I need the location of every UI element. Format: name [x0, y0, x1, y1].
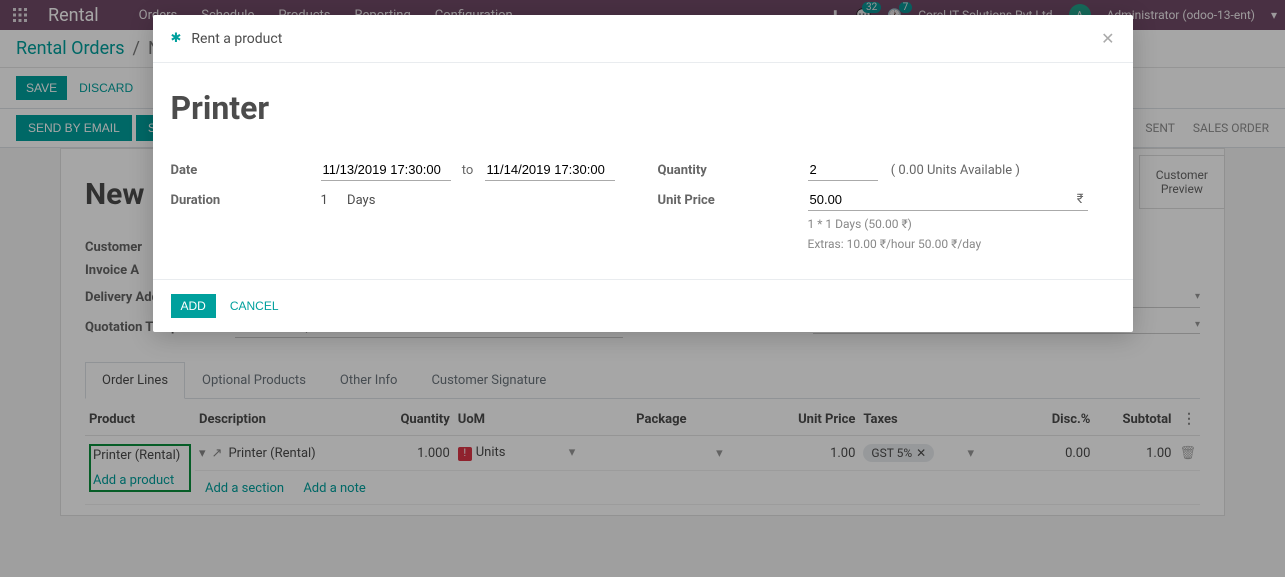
date-to-input[interactable]: [485, 159, 615, 181]
modal-footer: Add Cancel: [153, 279, 1133, 332]
rent-product-modal: ✱ Rent a product ✕ Printer Date to Durat…: [153, 15, 1133, 332]
price-note-2: Extras: 10.00 ₹/hour 50.00 ₹/day: [808, 237, 1115, 251]
close-icon[interactable]: ✕: [1101, 29, 1114, 48]
duration-unit: Days: [347, 193, 375, 208]
unit-price-input[interactable]: [808, 189, 1073, 210]
label-date: Date: [171, 159, 321, 178]
date-from-input[interactable]: [321, 159, 451, 181]
add-button[interactable]: Add: [171, 294, 216, 318]
date-to-separator: to: [462, 163, 474, 178]
quantity-input[interactable]: [808, 159, 878, 181]
duration-value: 1: [321, 193, 328, 208]
available-units-text: ( 0.00 Units Available ): [891, 163, 1020, 178]
cancel-button[interactable]: Cancel: [230, 299, 279, 313]
label-unit-price: Unit Price: [658, 189, 808, 208]
label-duration: Duration: [171, 189, 321, 208]
developer-icon[interactable]: ✱: [171, 31, 182, 46]
modal-product-title: Printer: [171, 89, 1115, 127]
modal-title-small: Rent a product: [191, 31, 282, 47]
price-note-1: 1 * 1 Days (50.00 ₹): [808, 217, 1115, 231]
modal-header: ✱ Rent a product ✕: [153, 15, 1133, 63]
label-quantity: Quantity: [658, 159, 808, 178]
currency-symbol: ₹: [1073, 192, 1088, 207]
